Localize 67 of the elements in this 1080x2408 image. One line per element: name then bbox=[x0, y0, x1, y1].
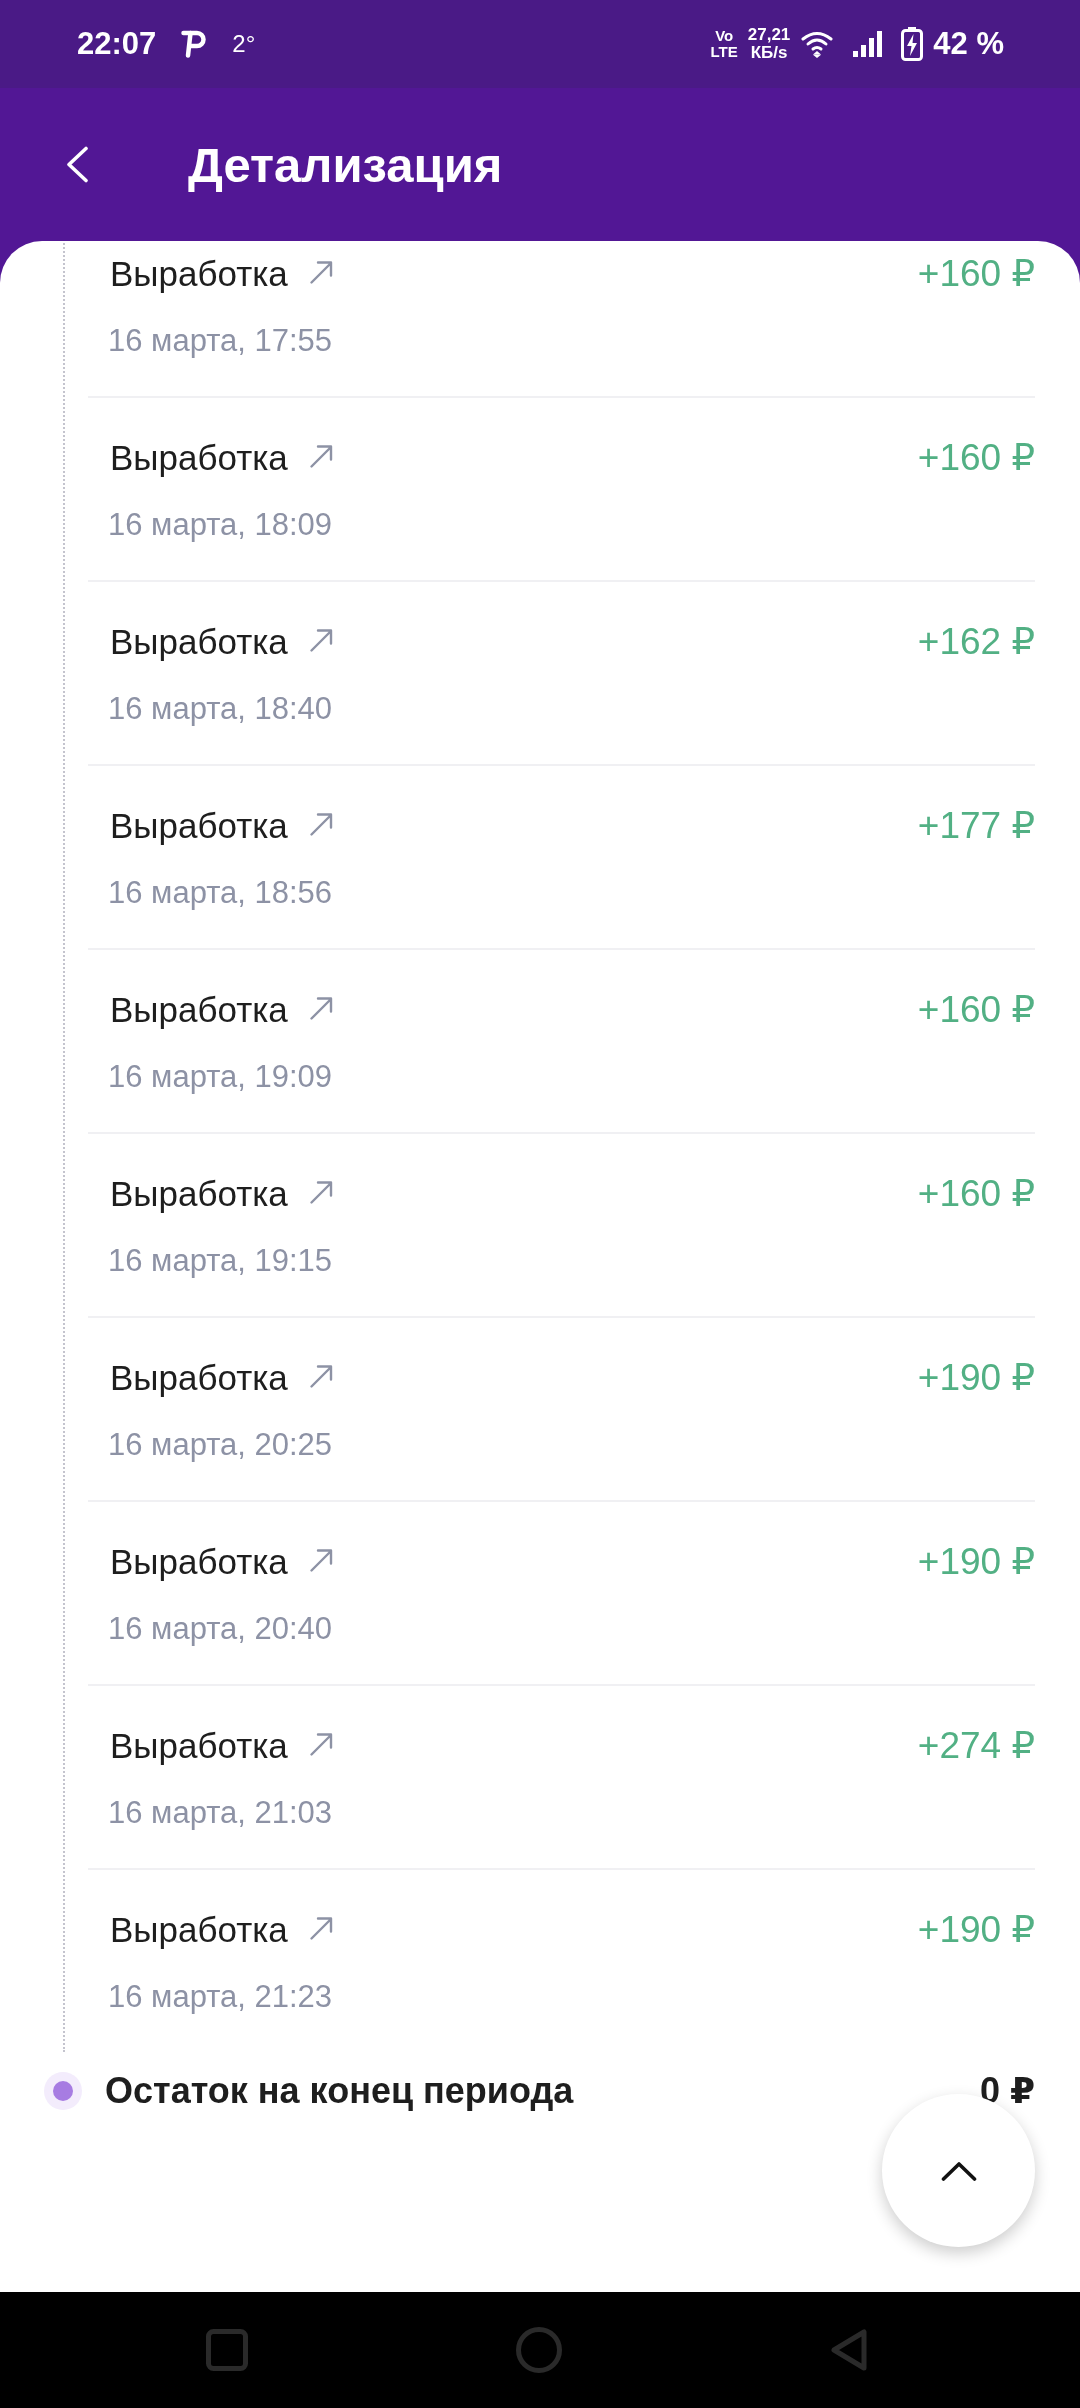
transaction-amount: +190 ₽ bbox=[917, 1540, 1035, 1584]
transaction-date: 16 марта, 19:09 bbox=[108, 1058, 333, 1096]
transaction-row[interactable]: Выработка 16 марта, 19:09 +160 ₽ bbox=[88, 948, 1035, 1132]
status-time: 22:07 bbox=[77, 26, 157, 62]
transaction-row[interactable]: Выработка 16 марта, 19:15 +160 ₽ bbox=[88, 1132, 1035, 1316]
diagonal-arrow-icon bbox=[308, 1915, 333, 1941]
transaction-row[interactable]: Выработка 16 марта, 18:56 +177 ₽ bbox=[88, 764, 1035, 948]
transaction-amount: +274 ₽ bbox=[917, 1724, 1035, 1768]
signal-icon bbox=[853, 31, 884, 57]
diagonal-arrow-icon bbox=[308, 627, 333, 653]
transaction-amount: +190 ₽ bbox=[917, 1356, 1035, 1400]
transaction-row[interactable]: Выработка 16 марта, 18:09 +160 ₽ bbox=[88, 396, 1035, 580]
timeline-dot-icon bbox=[44, 2072, 82, 2110]
transaction-date: 16 марта, 21:23 bbox=[108, 1978, 333, 2016]
transaction-date: 16 марта, 18:56 bbox=[108, 874, 333, 912]
transaction-amount: +162 ₽ bbox=[917, 620, 1035, 664]
transaction-amount: +160 ₽ bbox=[917, 436, 1035, 480]
closing-balance-label: Остаток на конец периода bbox=[105, 2069, 574, 2113]
transaction-amount: +160 ₽ bbox=[917, 252, 1035, 296]
transaction-title: Выработка bbox=[110, 805, 288, 847]
volte-label: Vo LTE bbox=[710, 28, 738, 60]
screen-title: Детализация bbox=[188, 136, 503, 194]
diagonal-arrow-icon bbox=[308, 1363, 333, 1389]
diagonal-arrow-icon bbox=[308, 1547, 333, 1573]
transaction-title: Выработка bbox=[110, 437, 288, 479]
transaction-date: 16 марта, 20:25 bbox=[108, 1426, 333, 1464]
diagonal-arrow-icon bbox=[308, 811, 333, 837]
triangle-back-icon bbox=[830, 2328, 868, 2372]
transaction-title: Выработка bbox=[110, 1357, 288, 1399]
wifi-icon bbox=[801, 30, 834, 58]
diagonal-arrow-icon bbox=[308, 259, 333, 285]
transaction-date: 16 марта, 18:40 bbox=[108, 690, 333, 728]
transaction-title: Выработка bbox=[110, 1909, 288, 1951]
transaction-title: Выработка bbox=[110, 1173, 288, 1215]
transaction-amount: +160 ₽ bbox=[917, 1172, 1035, 1216]
diagonal-arrow-icon bbox=[308, 1731, 333, 1757]
diagonal-arrow-icon bbox=[308, 1179, 333, 1205]
transaction-row[interactable]: Выработка 16 марта, 21:23 +190 ₽ bbox=[88, 1868, 1035, 2052]
transaction-row[interactable]: Выработка 16 марта, 17:55 +160 ₽ bbox=[88, 241, 1035, 396]
transaction-date: 16 марта, 20:40 bbox=[108, 1610, 333, 1648]
transaction-row[interactable]: Выработка 16 марта, 20:25 +190 ₽ bbox=[88, 1316, 1035, 1500]
transaction-date: 16 марта, 18:09 bbox=[108, 506, 333, 544]
transaction-amount: +190 ₽ bbox=[917, 1908, 1035, 1952]
transaction-row[interactable]: Выработка 16 марта, 18:40 +162 ₽ bbox=[88, 580, 1035, 764]
network-speed: 27,21 КБ/s bbox=[747, 26, 791, 62]
transaction-title: Выработка bbox=[110, 1541, 288, 1583]
transaction-title: Выработка bbox=[110, 1725, 288, 1767]
transaction-date: 16 марта, 17:55 bbox=[108, 322, 333, 360]
temperature-text: 2° bbox=[232, 29, 256, 59]
app-logo-icon bbox=[181, 30, 207, 58]
transaction-row[interactable]: Выработка 16 марта, 20:40 +190 ₽ bbox=[88, 1500, 1035, 1684]
back-chevron-icon bbox=[65, 146, 89, 183]
transaction-title: Выработка bbox=[110, 253, 288, 295]
battery-icon bbox=[901, 27, 924, 61]
circle-icon bbox=[516, 2327, 562, 2373]
diagonal-arrow-icon bbox=[308, 995, 333, 1021]
chevron-up-icon bbox=[940, 2160, 977, 2181]
diagonal-arrow-icon bbox=[308, 443, 333, 469]
square-icon bbox=[206, 2329, 248, 2371]
transaction-row[interactable]: Выработка 16 марта, 21:03 +274 ₽ bbox=[88, 1684, 1035, 1868]
transaction-date: 16 марта, 19:15 bbox=[108, 1242, 333, 1280]
battery-percent: 42 % bbox=[933, 26, 1004, 62]
transaction-amount: +160 ₽ bbox=[917, 988, 1035, 1032]
transaction-title: Выработка bbox=[110, 989, 288, 1031]
transaction-title: Выработка bbox=[110, 621, 288, 663]
transaction-amount: +177 ₽ bbox=[917, 804, 1035, 848]
transaction-date: 16 марта, 21:03 bbox=[108, 1794, 333, 1832]
